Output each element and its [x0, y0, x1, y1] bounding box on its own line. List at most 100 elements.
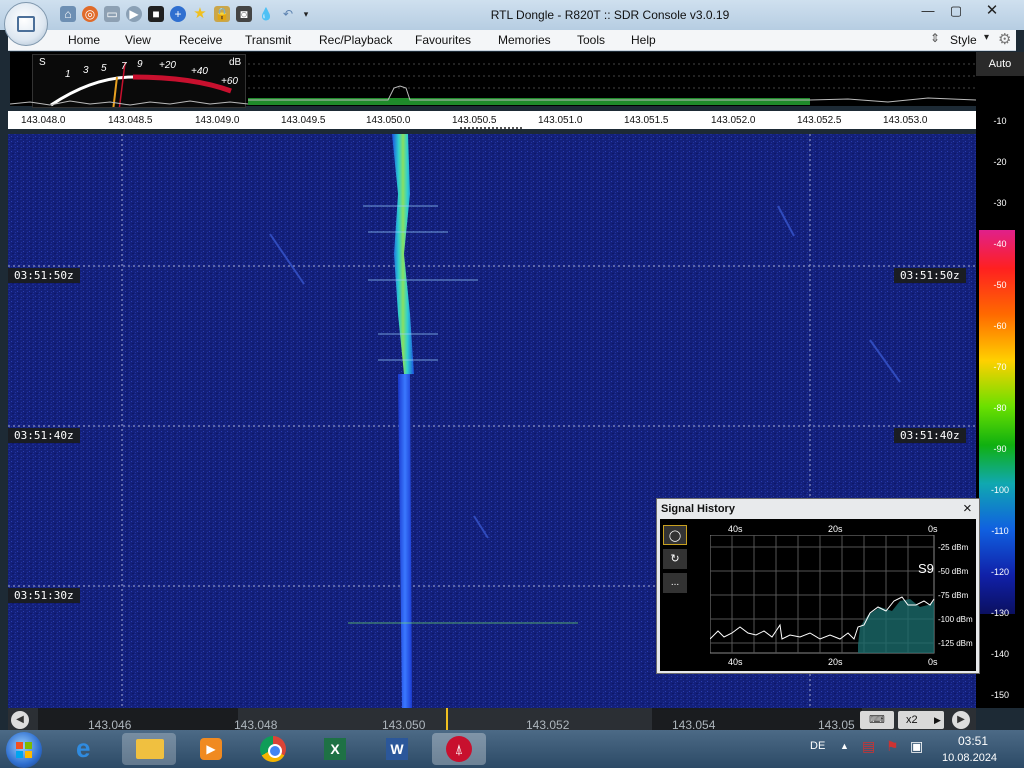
minimize-button[interactable]: —: [914, 2, 942, 20]
language-indicator[interactable]: DE: [810, 740, 825, 752]
level-scale[interactable]: Auto -10 -20 -30 -40 -50 -60 -70 -80 -90…: [976, 52, 1024, 708]
media-player-icon[interactable]: ▶: [184, 733, 238, 765]
qat-dropdown-icon[interactable]: ▾: [298, 6, 314, 22]
file-explorer-icon[interactable]: [122, 733, 176, 765]
word-icon[interactable]: W: [370, 733, 424, 765]
windows-logo-icon-blue: [16, 751, 23, 758]
record-toggle-icon[interactable]: ◯: [663, 525, 687, 545]
db-axis-label: -50 dBm: [938, 567, 969, 576]
tuning-marker: [446, 708, 448, 730]
s-scale-3: 3: [83, 65, 89, 76]
undo-icon[interactable]: ↶: [280, 6, 296, 22]
auto-button[interactable]: Auto: [976, 52, 1024, 76]
style-menu[interactable]: Style: [950, 33, 977, 47]
freq-tick: 143.051.0: [538, 115, 583, 126]
sdr-console-taskbar-icon[interactable]: ⍋: [432, 733, 486, 765]
level-tick: -110: [991, 526, 1009, 536]
db-axis-label: -125 dBm: [938, 639, 973, 648]
application-menu-button[interactable]: [4, 2, 48, 46]
excel-icon[interactable]: X: [308, 733, 362, 765]
signal-history-body: ◯ ↻ ... 40s 20s 0s S9 -25 dBm -50 dBm -7…: [660, 519, 976, 671]
style-up-down-icon[interactable]: ⇕: [930, 31, 940, 45]
favourite-star-icon[interactable]: ★: [192, 6, 208, 22]
clock-date[interactable]: 10.08.2024: [942, 752, 997, 764]
home-icon[interactable]: ⌂: [60, 6, 76, 22]
scroll-left-button[interactable]: ◀: [11, 711, 29, 729]
maximize-button[interactable]: ▢: [942, 2, 970, 20]
freq-tick: 143.052.0: [711, 115, 756, 126]
play-icon[interactable]: ▶: [126, 6, 142, 22]
dropper-icon[interactable]: 💧: [258, 6, 274, 22]
s-scale-plus60: +60: [221, 76, 238, 87]
start-button[interactable]: [6, 732, 42, 768]
menu-favourites[interactable]: Favourites: [415, 33, 471, 47]
plus-icon[interactable]: +: [170, 6, 186, 22]
clock-time[interactable]: 03:51: [958, 734, 988, 748]
freq-tick: 143.048.5: [108, 115, 153, 126]
lifebuoy-icon[interactable]: ◎: [82, 6, 98, 22]
menu-rec-playback[interactable]: Rec/Playback: [319, 33, 392, 47]
signal-history-close-button[interactable]: ×: [963, 500, 972, 517]
s-unit-label: S: [39, 57, 46, 68]
stop-icon[interactable]: ■: [148, 6, 164, 22]
style-dropdown-icon[interactable]: ▾: [984, 32, 989, 43]
level-tick: -80: [993, 403, 1007, 413]
scroll-right-button[interactable]: ▶: [952, 711, 970, 729]
bottom-time-label: 0s: [928, 657, 938, 667]
camera-icon[interactable]: ◙: [236, 6, 252, 22]
windows-logo-icon-yellow: [25, 751, 32, 758]
time-label-right: 03:51:40z: [894, 428, 966, 443]
spectrum-display[interactable]: [9, 54, 977, 106]
db-unit-label: dB: [229, 57, 242, 68]
menu-home[interactable]: Home: [68, 33, 100, 47]
bandwidth-marker[interactable]: [460, 127, 522, 133]
settings-gear-icon[interactable]: ⚙: [998, 30, 1011, 48]
s-scale-7: 7: [121, 61, 127, 72]
lock-icon[interactable]: 🔒: [214, 6, 230, 22]
freq-tick: 143.049.0: [195, 115, 240, 126]
menu-view[interactable]: View: [125, 33, 151, 47]
internet-explorer-icon[interactable]: e: [62, 733, 116, 765]
menu-memories[interactable]: Memories: [498, 33, 551, 47]
freq-tick: 143.051.5: [624, 115, 669, 126]
more-label: ...: [670, 577, 680, 588]
zoom-selector[interactable]: x2 ▶: [898, 711, 944, 729]
s-scale-plus20: +20: [159, 60, 176, 71]
time-label-left: 03:51:50z: [8, 268, 80, 283]
menu-transmit[interactable]: Transmit: [245, 33, 291, 47]
overview-left-region: [38, 708, 238, 730]
freq-tick: 143.049.5: [281, 115, 326, 126]
folder-icon[interactable]: ▭: [104, 6, 120, 22]
safely-remove-icon[interactable]: ▤: [862, 738, 875, 755]
db-axis-label: -25 dBm: [938, 543, 969, 552]
windows-logo-icon: [16, 742, 23, 749]
level-tick: -40: [993, 239, 1007, 249]
chrome-icon[interactable]: [246, 733, 300, 765]
time-label-right: 03:51:50z: [894, 268, 966, 283]
show-hidden-icons-icon[interactable]: ▲: [840, 741, 849, 751]
reset-icon[interactable]: ↻: [663, 549, 687, 569]
time-label-left: 03:51:30z: [8, 588, 80, 603]
freq-tick: 143.052.5: [797, 115, 842, 126]
network-icon[interactable]: ▣: [910, 738, 923, 755]
keyboard-icon[interactable]: ⌨: [860, 711, 894, 729]
level-tick: -90: [993, 444, 1007, 454]
top-time-label: 20s: [828, 524, 843, 534]
bottom-time-label: 40s: [728, 657, 743, 667]
level-tick: -150: [990, 690, 1009, 700]
spectrum-trace: [9, 63, 977, 105]
menu-tools[interactable]: Tools: [577, 33, 605, 47]
level-tick: -30: [993, 198, 1007, 208]
band-overview-bar[interactable]: ◀ 143.046 143.048 143.050 143.052 143.05…: [8, 708, 976, 732]
menu-bar: Home View Receive Transmit Rec/Playback …: [8, 30, 1016, 51]
window-title: RTL Dongle - R820T :: SDR Console v3.0.1…: [490, 8, 730, 22]
taskbar: e ▶ X W ⍋ DE ▲ ▤ ⚑ ▣ 03:51 10.08.2024: [0, 730, 1024, 768]
s-scale-5: 5: [101, 63, 107, 74]
action-center-icon[interactable]: ⚑: [886, 738, 899, 755]
more-options-button[interactable]: ...: [663, 573, 687, 593]
level-tick: -140: [990, 649, 1009, 659]
close-button[interactable]: ✕: [978, 2, 1006, 20]
level-tick: -10: [993, 116, 1007, 126]
menu-receive[interactable]: Receive: [179, 33, 222, 47]
menu-help[interactable]: Help: [631, 33, 656, 47]
